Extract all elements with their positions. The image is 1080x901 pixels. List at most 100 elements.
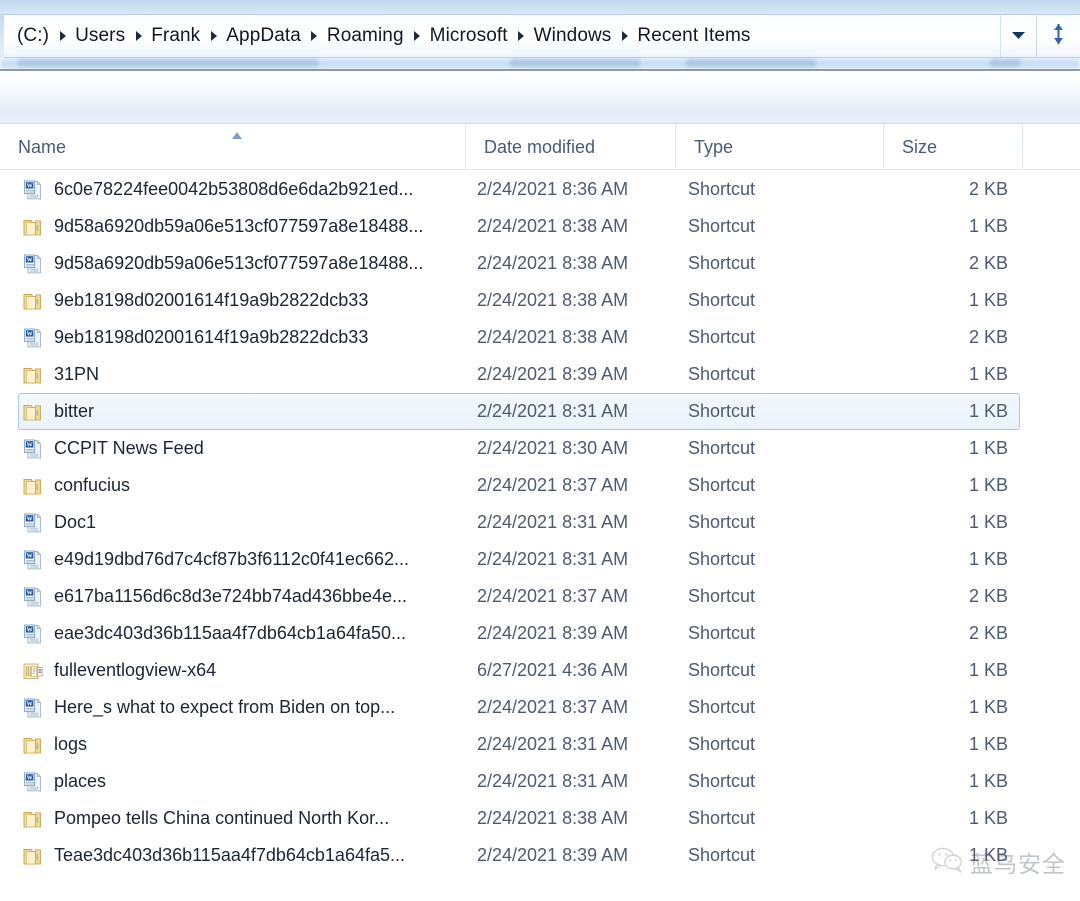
- breadcrumb-item[interactable]: AppData: [223, 23, 304, 49]
- file-name-label: 9d58a6920db59a06e513cf077597a8e18488...: [54, 253, 424, 273]
- cell-name[interactable]: Wplaces: [0, 763, 465, 800]
- table-row[interactable]: Pompeo tells China continued North Kor..…: [0, 800, 1080, 837]
- folder-icon: [22, 216, 44, 238]
- word-document-icon: W: [22, 179, 44, 201]
- cell-type: Shortcut: [688, 734, 756, 754]
- cell-date-modified: 2/24/2021 8:38 AM: [477, 808, 629, 828]
- cell-date-modified: 2/24/2021 8:39 AM: [477, 845, 629, 865]
- cell-name[interactable]: We49d19dbd76d7c4cf87b3f6112c0f41ec662...: [0, 541, 465, 578]
- cell-type: Shortcut: [688, 216, 756, 236]
- table-row[interactable]: bitter 2/24/2021 8:31 AM Shortcut 1 KB: [0, 393, 1080, 430]
- breadcrumb[interactable]: (C:) Users Frank AppData Roaming Microsoft Win…: [14, 23, 1000, 49]
- cell-name[interactable]: Weae3dc403d36b115aa4f7db64cb1a64fa50...: [0, 615, 465, 652]
- address-bar-path-box[interactable]: (C:) Users Frank AppData Roaming Microsoft Win…: [4, 14, 1036, 58]
- table-row[interactable]: 9d58a6920db59a06e513cf077597a8e18488... 2…: [0, 208, 1080, 245]
- column-header-type-label: Type: [694, 136, 734, 157]
- table-row[interactable]: W CCPIT News Feed 2/24/2021 8:30 AM Shortcu…: [0, 430, 1080, 467]
- cell-size: 1 KB: [968, 475, 1008, 495]
- cell-name[interactable]: confucius: [0, 467, 465, 504]
- cell-size: 1 KB: [968, 290, 1008, 310]
- cell-name[interactable]: bitter: [0, 393, 465, 430]
- cell-name[interactable]: We617ba1156d6c8d3e724bb74ad436bbe4e...: [0, 578, 465, 615]
- table-row[interactable]: W Here_s what to expect from Biden on top…: [0, 689, 1080, 726]
- cell-type: Shortcut: [688, 512, 756, 532]
- column-header-date-modified[interactable]: Date modified: [465, 124, 675, 170]
- table-row[interactable]: W Doc1 2/24/2021 8:31 AM Shortcut 1 KB: [0, 504, 1080, 541]
- cell-size: 1 KB: [968, 364, 1008, 384]
- svg-text:W: W: [27, 515, 34, 522]
- word-document-icon: W: [22, 327, 44, 349]
- table-row[interactable]: 31PN 2/24/2021 8:39 AM Shortcut 1 KB: [0, 356, 1080, 393]
- window-chrome-strip: [0, 0, 1080, 14]
- svg-text:W: W: [27, 182, 34, 189]
- breadcrumb-item[interactable]: (C:): [14, 23, 52, 49]
- cell-name[interactable]: W Here_s what to expect from Biden on top…: [0, 689, 465, 726]
- table-row[interactable]: W 9d58a6920db59a06e513cf077597a8e18488...…: [0, 245, 1080, 282]
- breadcrumb-separator-icon: [614, 30, 634, 42]
- table-row[interactable]: We617ba1156d6c8d3e724bb74ad436bbe4e... 2/…: [0, 578, 1080, 615]
- breadcrumb-separator-icon: [511, 30, 531, 42]
- file-list[interactable]: W 6c0e78224fee0042b53808d6e6da2b921ed... 2…: [0, 171, 1080, 871]
- cell-name[interactable]: W 9eb18198d02001614f19a9b2822dcb33: [0, 319, 465, 356]
- cell-name[interactable]: logs: [0, 726, 465, 763]
- word-document-icon: W: [22, 623, 44, 645]
- address-bar[interactable]: (C:) Users Frank AppData Roaming Microsoft Win…: [0, 14, 1080, 58]
- cell-name[interactable]: 9d58a6920db59a06e513cf077597a8e18488...: [0, 208, 465, 245]
- cell-type: Shortcut: [688, 623, 756, 643]
- cell-size: 1 KB: [968, 549, 1008, 569]
- breadcrumb-item[interactable]: Windows: [531, 23, 615, 49]
- svg-text:W: W: [27, 552, 34, 559]
- cell-date-modified: 2/24/2021 8:37 AM: [477, 697, 629, 717]
- column-header-name[interactable]: Name: [0, 124, 465, 170]
- table-row[interactable]: Wplaces 2/24/2021 8:31 AM Shortcut 1 KB: [0, 763, 1080, 800]
- folder-icon: [22, 734, 44, 756]
- table-row[interactable]: W 9eb18198d02001614f19a9b2822dcb33 2/24/20…: [0, 319, 1080, 356]
- cell-size: 1 KB: [968, 438, 1008, 458]
- breadcrumb-item[interactable]: Roaming: [324, 23, 407, 49]
- table-row[interactable]: We49d19dbd76d7c4cf87b3f6112c0f41ec662...…: [0, 541, 1080, 578]
- cell-name[interactable]: 31PN: [0, 356, 465, 393]
- cell-name[interactable]: Teae3dc403d36b115aa4f7db64cb1a64fa5...: [0, 837, 465, 874]
- column-header-size[interactable]: Size: [883, 124, 1022, 170]
- column-header-size-label: Size: [902, 136, 938, 157]
- file-name-label: 6c0e78224fee0042b53808d6e6da2b921ed...: [54, 179, 414, 199]
- cell-name[interactable]: W Doc1: [0, 504, 465, 541]
- breadcrumb-item[interactable]: Frank: [148, 23, 203, 49]
- breadcrumb-item[interactable]: Microsoft: [427, 23, 511, 49]
- column-header-name-label: Name: [18, 136, 67, 157]
- word-document-icon: W: [22, 438, 44, 460]
- word-document-icon: W: [22, 586, 44, 608]
- breadcrumb-separator-icon: [52, 30, 72, 42]
- file-name-label: logs: [54, 734, 88, 754]
- cell-date-modified: 2/24/2021 8:31 AM: [477, 512, 629, 532]
- table-row[interactable]: Weae3dc403d36b115aa4f7db64cb1a64fa50... 2…: [0, 615, 1080, 652]
- cell-name[interactable]: W 6c0e78224fee0042b53808d6e6da2b921ed...: [0, 171, 465, 208]
- column-header-row: Name Date modified Type Size: [0, 124, 1080, 170]
- table-row[interactable]: Teae3dc403d36b115aa4f7db64cb1a64fa5... 2/…: [0, 837, 1080, 874]
- svg-text:W: W: [27, 626, 34, 633]
- file-name-label: CCPIT News Feed: [54, 438, 204, 458]
- cell-type: Shortcut: [688, 771, 756, 791]
- cell-name[interactable]: Pompeo tells China continued North Kor..…: [0, 800, 465, 837]
- table-row[interactable]: confucius 2/24/2021 8:37 AM Shortcut 1 KB: [0, 467, 1080, 504]
- table-row[interactable]: W 6c0e78224fee0042b53808d6e6da2b921ed... 2…: [0, 171, 1080, 208]
- cell-size: 2 KB: [968, 253, 1008, 273]
- breadcrumb-item[interactable]: Recent Items: [634, 23, 753, 49]
- refresh-button[interactable]: [1036, 14, 1080, 58]
- column-header-type[interactable]: Type: [675, 124, 883, 170]
- table-row[interactable]: logs 2/24/2021 8:31 AM Shortcut 1 KB: [0, 726, 1080, 763]
- cell-name[interactable]: 9eb18198d02001614f19a9b2822dcb33: [0, 282, 465, 319]
- cell-name[interactable]: W CCPIT News Feed: [0, 430, 465, 467]
- cell-name[interactable]: fulleventlogview-x64: [0, 652, 465, 689]
- cell-size: 2 KB: [968, 327, 1008, 347]
- cell-size: 2 KB: [968, 586, 1008, 606]
- cell-type: Shortcut: [688, 586, 756, 606]
- breadcrumb-item[interactable]: Users: [72, 23, 128, 49]
- cell-name[interactable]: W 9d58a6920db59a06e513cf077597a8e18488...: [0, 245, 465, 282]
- cell-type: Shortcut: [688, 660, 756, 680]
- cell-size: 1 KB: [968, 401, 1008, 421]
- address-bar-history-dropdown[interactable]: [1000, 15, 1036, 57]
- cell-date-modified: 2/24/2021 8:37 AM: [477, 475, 629, 495]
- table-row[interactable]: 9eb18198d02001614f19a9b2822dcb33 2/24/202…: [0, 282, 1080, 319]
- table-row[interactable]: fulleventlogview-x64 6/27/2021 4:36 AM Sho…: [0, 652, 1080, 689]
